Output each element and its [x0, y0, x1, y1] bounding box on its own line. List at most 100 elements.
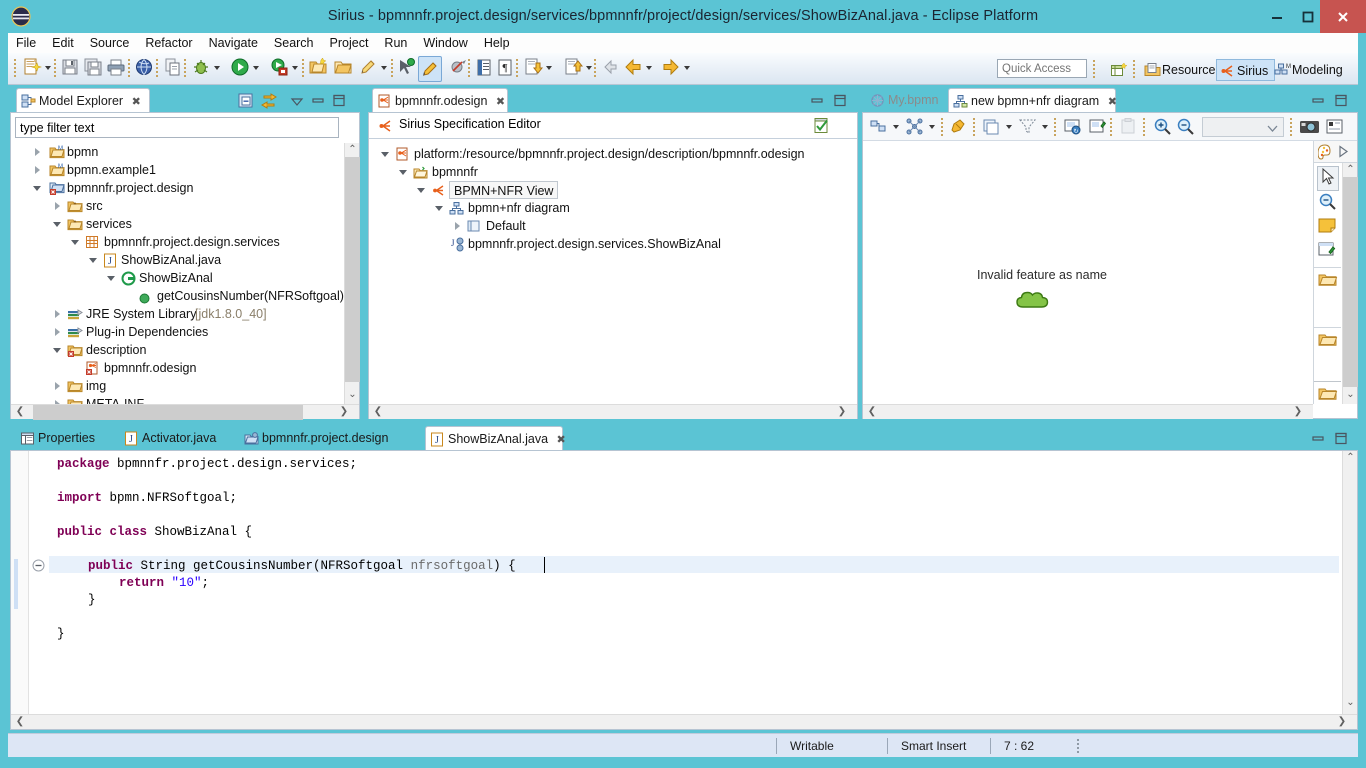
- scroll-right-arrow-icon[interactable]: ❯: [1335, 716, 1349, 727]
- zoom-in-icon[interactable]: [1153, 117, 1172, 139]
- tab-model-explorer[interactable]: Model Explorer ✖: [16, 88, 150, 112]
- scroll-down-arrow-icon[interactable]: ⌄: [1343, 389, 1358, 400]
- run-icon[interactable]: [230, 57, 250, 81]
- previous-annotation-icon[interactable]: [563, 57, 584, 81]
- zoom-tool-icon[interactable]: [1318, 192, 1337, 214]
- code-content[interactable]: package bpmnnfr.project.design.services;…: [55, 451, 1335, 714]
- scrollbar-thumb[interactable]: [33, 405, 303, 420]
- close-window-button[interactable]: [1320, 0, 1366, 33]
- menu-source[interactable]: Source: [82, 33, 138, 53]
- diagram-canvas[interactable]: Invalid feature as name: [863, 141, 1313, 404]
- menu-window[interactable]: Window: [415, 33, 475, 53]
- collapse-arrow-icon[interactable]: [33, 186, 41, 191]
- menu-file[interactable]: File: [8, 33, 44, 53]
- forward-history-dropdown-icon[interactable]: [684, 66, 690, 70]
- expand-arrow-icon[interactable]: [35, 148, 40, 156]
- collapse-arrow-icon[interactable]: [381, 152, 389, 157]
- code-annotation-ruler[interactable]: [11, 451, 29, 714]
- external-tools-icon[interactable]: [269, 57, 289, 81]
- pointer-tool-icon[interactable]: [1317, 166, 1339, 191]
- zoom-level-combo[interactable]: [1202, 117, 1284, 137]
- toggle-mark-occurrences-icon[interactable]: [397, 57, 417, 81]
- open-perspective-button[interactable]: [1108, 59, 1134, 81]
- scroll-down-arrow-icon[interactable]: ⌄: [345, 389, 360, 400]
- status-more-icon[interactable]: [1077, 739, 1079, 753]
- tree-vertical-scrollbar[interactable]: ⌃ ⌄: [344, 143, 360, 405]
- tab-new-bpmn-nfr-diagram[interactable]: new bpmn+nfr diagram ✖: [948, 88, 1117, 112]
- minimize-icon[interactable]: [311, 95, 325, 110]
- tab-bpmnnfr-odesign[interactable]: bpmnnfr.odesign ✖: [372, 88, 508, 112]
- palette-scrollbar[interactable]: ⌃ ⌄: [1342, 163, 1358, 404]
- code-vertical-scrollbar[interactable]: ⌃ ⌄: [1342, 451, 1357, 714]
- palette-drawer-icon[interactable]: [1318, 385, 1338, 405]
- annotation-dropdown-icon[interactable]: [381, 66, 387, 70]
- menu-help[interactable]: Help: [476, 33, 518, 53]
- collapse-arrow-icon[interactable]: [89, 258, 97, 263]
- collapse-arrow-icon[interactable]: [399, 170, 407, 175]
- previous-annotation-dropdown-icon[interactable]: [586, 66, 592, 70]
- backward-history-icon[interactable]: [623, 57, 643, 81]
- scroll-left-arrow-icon[interactable]: ❮: [13, 716, 27, 727]
- layers-dropdown-icon[interactable]: [1006, 125, 1012, 129]
- scroll-left-arrow-icon[interactable]: ❮: [371, 406, 385, 417]
- minimize-icon[interactable]: [810, 95, 824, 110]
- new-annotation-icon[interactable]: [358, 57, 378, 81]
- palette-drawer-icon[interactable]: [1318, 331, 1338, 351]
- debug-icon[interactable]: [191, 57, 211, 81]
- backward-history-dropdown-icon[interactable]: [646, 66, 652, 70]
- collapse-arrow-icon[interactable]: [417, 188, 425, 193]
- tree-horizontal-scrollbar[interactable]: ❮ ❯: [11, 404, 359, 420]
- tab-my-bpmn[interactable]: My.bpmn: [866, 88, 946, 112]
- sirius-brush-icon[interactable]: [418, 56, 442, 82]
- expand-arrow-icon[interactable]: [55, 202, 60, 210]
- scroll-right-arrow-icon[interactable]: ❯: [1291, 406, 1305, 417]
- filter-dropdown-icon[interactable]: [1042, 125, 1048, 129]
- expand-arrow-icon[interactable]: [35, 166, 40, 174]
- perspective-sirius[interactable]: Sirius: [1216, 59, 1276, 81]
- maximize-icon[interactable]: [332, 94, 346, 110]
- filter-input[interactable]: [15, 117, 339, 138]
- scroll-up-arrow-icon[interactable]: ⌃: [345, 144, 360, 155]
- odesign-horizontal-scrollbar[interactable]: ❮ ❯: [369, 404, 857, 419]
- collapse-arrow-icon[interactable]: [107, 276, 115, 281]
- tab-bpmnnfr-project-design[interactable]: bpmnnfr.project.design: [240, 426, 415, 450]
- perspective-resource[interactable]: Resource: [1142, 59, 1222, 81]
- scrollbar-thumb[interactable]: [345, 157, 360, 382]
- open-browser-icon[interactable]: [134, 57, 154, 81]
- toggle-block-selection-icon[interactable]: [474, 57, 494, 81]
- scroll-down-arrow-icon[interactable]: ⌄: [1343, 697, 1358, 708]
- maximize-icon[interactable]: [1334, 94, 1348, 110]
- forward-history-icon[interactable]: [661, 57, 681, 81]
- export-diagram-icon[interactable]: [1325, 117, 1344, 139]
- scroll-up-arrow-icon[interactable]: ⌃: [1343, 452, 1358, 463]
- perspective-modeling[interactable]: M Modeling: [1272, 59, 1349, 81]
- cloud-node-icon[interactable]: [1013, 289, 1057, 316]
- scroll-right-arrow-icon[interactable]: ❯: [835, 406, 849, 417]
- expand-arrow-icon[interactable]: [455, 222, 460, 230]
- arrange-all-icon[interactable]: [905, 117, 924, 139]
- note-tool-icon[interactable]: [1318, 217, 1337, 237]
- expand-arrow-icon[interactable]: [55, 310, 60, 318]
- scrollbar-thumb[interactable]: [1343, 177, 1358, 387]
- minimize-icon[interactable]: [1311, 433, 1325, 448]
- copy-icon[interactable]: [163, 57, 183, 81]
- scroll-right-arrow-icon[interactable]: ❯: [337, 406, 351, 417]
- view-menu-icon[interactable]: [290, 96, 304, 110]
- external-tools-dropdown-icon[interactable]: [292, 66, 298, 70]
- collapse-fold-icon[interactable]: [32, 559, 45, 575]
- tab-activator-java[interactable]: J Activator.java: [120, 426, 230, 450]
- tab-showbizanal-java[interactable]: J ShowBizAnal.java ✖: [425, 426, 566, 450]
- new-wizard-dropdown-icon[interactable]: [45, 66, 51, 70]
- next-annotation-icon[interactable]: [523, 57, 544, 81]
- quick-access-input[interactable]: [997, 59, 1087, 78]
- scroll-left-arrow-icon[interactable]: ❮: [13, 406, 27, 417]
- refresh-diagram-icon[interactable]: ↻: [1063, 117, 1082, 139]
- menu-edit[interactable]: Edit: [44, 33, 82, 53]
- next-annotation-dropdown-icon[interactable]: [546, 66, 552, 70]
- print-icon[interactable]: [106, 57, 126, 81]
- scroll-left-arrow-icon[interactable]: ❮: [865, 406, 879, 417]
- menu-project[interactable]: Project: [322, 33, 377, 53]
- close-icon[interactable]: ✖: [1108, 96, 1117, 108]
- layers-icon[interactable]: [982, 117, 1001, 139]
- palette-expand-icon[interactable]: [1338, 145, 1349, 161]
